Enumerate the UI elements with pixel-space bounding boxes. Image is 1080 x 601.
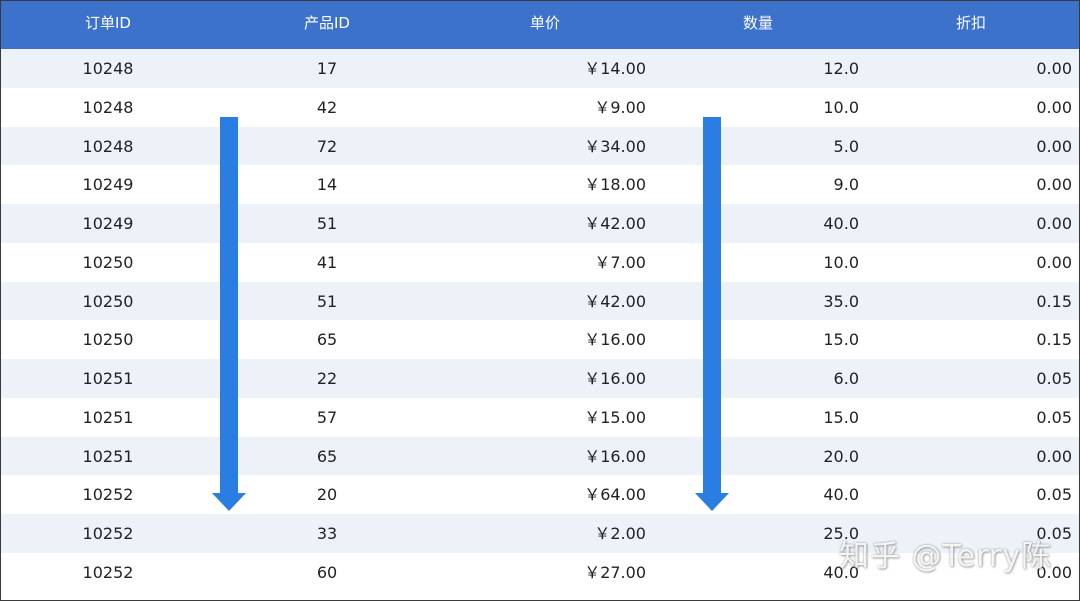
- cell-unit-price: ￥64.00: [584, 485, 646, 505]
- watermark-text: 知乎 @Terry陈: [839, 539, 1053, 574]
- table-row[interactable]: 10249 14 ￥18.00 9.0 0.00: [1, 165, 1079, 204]
- cell-order-id: 10249: [82, 214, 134, 233]
- cell-product-id: 57: [316, 407, 338, 427]
- cell-order-id: 10251: [82, 369, 134, 388]
- cell-discount: 0.05: [1036, 485, 1072, 505]
- table-row[interactable]: 10250 51 ￥42.00 35.0 0.15: [1, 281, 1079, 321]
- cell-quantity: 20.0: [823, 446, 859, 466]
- cell-order-id: 10250: [82, 330, 134, 350]
- cell-order-id: 10248: [82, 136, 134, 156]
- cell-product-id: 33: [316, 524, 338, 543]
- cell-unit-price: ￥2.00: [594, 524, 646, 543]
- table-body: 10248 17 ￥14.00 12.0 0.00 10248 42 ￥9.00 10.0 0.0…: [1, 49, 1079, 592]
- cell-unit-price: ￥7.00: [594, 252, 646, 272]
- cell-order-id: 10251: [82, 407, 134, 427]
- cell-quantity: 15.0: [823, 407, 859, 427]
- cell-product-id: 42: [316, 97, 338, 117]
- table-row[interactable]: 10249 51 ￥42.00 40.0 0.00: [1, 204, 1079, 243]
- cell-order-id: 10252: [82, 485, 134, 505]
- cell-order-id: 10250: [82, 291, 134, 311]
- cell-quantity: 12.0: [823, 59, 859, 78]
- cell-discount: 0.15: [1036, 291, 1072, 311]
- cell-discount: 0.15: [1036, 330, 1072, 350]
- column-header-order-id[interactable]: 订单ID: [85, 1, 131, 49]
- table-row[interactable]: 10251 65 ￥16.00 20.0 0.00: [1, 436, 1079, 476]
- cell-discount: 0.00: [1036, 59, 1072, 78]
- cell-quantity: 10.0: [823, 97, 859, 117]
- cell-unit-price: ￥14.00: [584, 59, 646, 78]
- cell-quantity: 10.0: [823, 252, 859, 272]
- cell-discount: 0.00: [1036, 136, 1072, 156]
- cell-discount: 0.00: [1036, 252, 1072, 272]
- table-row[interactable]: 10251 22 ￥16.00 6.0 0.05: [1, 359, 1079, 398]
- cell-order-id: 10248: [82, 59, 134, 78]
- cell-order-id: 10250: [82, 252, 134, 272]
- column-header-product-id[interactable]: 产品ID: [304, 1, 350, 49]
- cell-product-id: 65: [316, 330, 338, 350]
- cell-unit-price: ￥42.00: [584, 214, 646, 233]
- cell-order-id: 10248: [82, 97, 134, 117]
- cell-discount: 0.00: [1036, 446, 1072, 466]
- cell-quantity: 40.0: [823, 214, 859, 233]
- cell-quantity: 6.0: [833, 369, 859, 388]
- table-row[interactable]: 10248 17 ￥14.00 12.0 0.00: [1, 49, 1079, 88]
- cell-product-id: 60: [316, 562, 338, 582]
- cell-unit-price: ￥42.00: [584, 291, 646, 311]
- cell-unit-price: ￥16.00: [584, 446, 646, 466]
- data-table-view: 订单ID 产品ID 单价 数量 折扣 10248 17 ￥14.00 12.0 0.00…: [0, 0, 1080, 601]
- table-row[interactable]: 10251 57 ￥15.00 15.0 0.05: [1, 398, 1079, 437]
- down-arrow-icon: [212, 117, 246, 511]
- cell-product-id: 65: [316, 446, 338, 466]
- cell-product-id: 41: [316, 252, 338, 272]
- cell-product-id: 20: [316, 485, 338, 505]
- cell-unit-price: ￥16.00: [584, 330, 646, 350]
- table-row[interactable]: 10248 72 ￥34.00 5.0 0.00: [1, 126, 1079, 166]
- table-row[interactable]: 10252 20 ￥64.00 40.0 0.05: [1, 475, 1079, 514]
- column-header-unit-price[interactable]: 单价: [530, 1, 560, 49]
- table-row[interactable]: 10248 42 ￥9.00 10.0 0.00: [1, 88, 1079, 127]
- cell-order-id: 10249: [82, 175, 134, 195]
- cell-discount: 0.00: [1036, 214, 1072, 233]
- cell-quantity: 35.0: [823, 291, 859, 311]
- cell-discount: 0.05: [1036, 369, 1072, 388]
- cell-order-id: 10252: [82, 524, 134, 543]
- cell-unit-price: ￥15.00: [584, 407, 646, 427]
- cell-quantity: 40.0: [823, 485, 859, 505]
- cell-product-id: 17: [316, 59, 338, 78]
- cell-product-id: 51: [316, 291, 338, 311]
- cell-order-id: 10252: [82, 562, 134, 582]
- cell-product-id: 14: [316, 175, 338, 195]
- cell-product-id: 72: [316, 136, 338, 156]
- cell-unit-price: ￥9.00: [594, 97, 646, 117]
- cell-product-id: 22: [316, 369, 338, 388]
- cell-quantity: 9.0: [833, 175, 859, 195]
- cell-order-id: 10251: [82, 446, 134, 466]
- cell-quantity: 5.0: [833, 136, 859, 156]
- cell-unit-price: ￥16.00: [584, 369, 646, 388]
- table-row[interactable]: 10250 41 ￥7.00 10.0 0.00: [1, 243, 1079, 282]
- cell-product-id: 51: [316, 214, 338, 233]
- column-header-discount[interactable]: 折扣: [956, 1, 986, 49]
- cell-discount: 0.00: [1036, 97, 1072, 117]
- down-arrow-icon: [695, 117, 729, 511]
- column-header-quantity[interactable]: 数量: [743, 1, 773, 49]
- cell-discount: 0.00: [1036, 175, 1072, 195]
- cell-discount: 0.05: [1036, 407, 1072, 427]
- cell-quantity: 15.0: [823, 330, 859, 350]
- table-row[interactable]: 10250 65 ￥16.00 15.0 0.15: [1, 320, 1079, 359]
- cell-unit-price: ￥27.00: [584, 562, 646, 582]
- cell-unit-price: ￥18.00: [584, 175, 646, 195]
- table-header: 订单ID 产品ID 单价 数量 折扣: [1, 1, 1079, 49]
- cell-unit-price: ￥34.00: [584, 136, 646, 156]
